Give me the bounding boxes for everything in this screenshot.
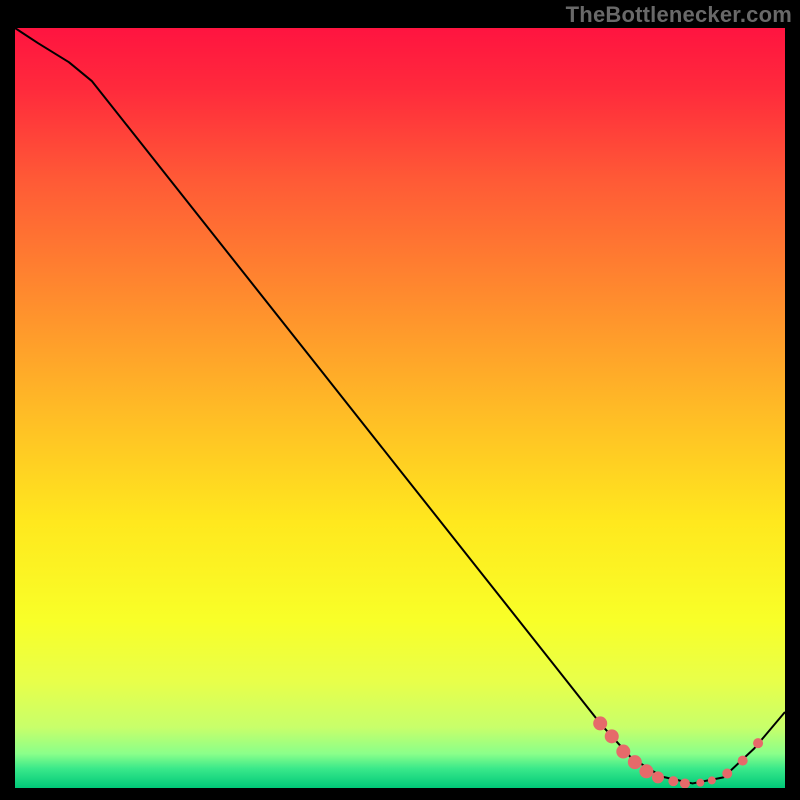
curve-marker — [668, 776, 678, 786]
curve-marker — [616, 745, 630, 759]
curve-marker — [605, 729, 619, 743]
attribution-text: TheBottlenecker.com — [566, 2, 792, 28]
chart-svg — [15, 28, 785, 788]
curve-marker — [753, 738, 763, 748]
curve-marker — [722, 769, 732, 779]
curve-marker — [639, 764, 653, 778]
curve-marker — [708, 776, 716, 784]
curve-marker — [696, 779, 704, 787]
curve-marker — [593, 716, 607, 730]
chart-plot-area — [15, 28, 785, 788]
curve-marker — [652, 771, 664, 783]
chart-background — [15, 28, 785, 788]
curve-marker — [680, 778, 690, 788]
curve-marker — [738, 756, 748, 766]
curve-marker — [628, 755, 642, 769]
